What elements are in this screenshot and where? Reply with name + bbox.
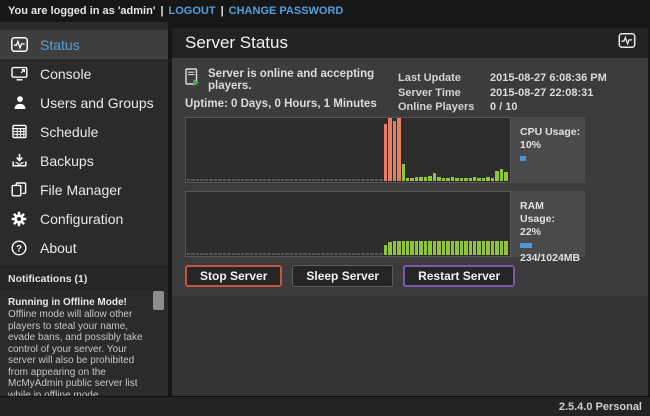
sidebar-item-label: Users and Groups xyxy=(40,95,154,111)
cpu-usage-label: CPU Usage: xyxy=(520,126,581,139)
info-row-server-time: Server Time 2015-08-27 22:08:31 xyxy=(398,86,634,101)
topbar-separator: | xyxy=(221,5,224,17)
cpu-usage-percent: 10% xyxy=(520,139,581,152)
notification-item: Running in Offline Mode! Offline mode wi… xyxy=(0,290,168,409)
notification-text: Offline mode will allow other players to… xyxy=(8,309,148,401)
ram-progress-fill xyxy=(520,243,532,248)
server-state-block: Server is online and accepting players. … xyxy=(185,70,390,117)
info-label: Last Update xyxy=(398,71,490,86)
sleep-server-button[interactable]: Sleep Server xyxy=(292,265,393,287)
server-online-icon xyxy=(185,68,200,92)
server-info-table: Last Update 2015-08-27 6:08:36 PM Server… xyxy=(398,70,634,117)
sidebar-menu: Status Console Users and Groups Schedule xyxy=(0,22,168,262)
version-text: 2.5.4.0 Personal xyxy=(559,401,642,413)
ram-progress-bar xyxy=(520,243,576,248)
server-status-panel: Server Status Server is online and accep… xyxy=(172,28,648,396)
user-icon xyxy=(10,95,28,111)
pulse-icon xyxy=(618,33,636,53)
sidebar-item-file-manager[interactable]: File Manager xyxy=(0,175,168,204)
cpu-usage-chart xyxy=(185,117,511,183)
logged-in-text: You are logged in as 'admin' xyxy=(8,5,155,17)
sidebar-item-configuration[interactable]: Configuration xyxy=(0,204,168,233)
ram-usage-percent: 22% xyxy=(520,226,581,239)
sidebar-item-label: File Manager xyxy=(40,182,122,198)
info-row-online-players: Online Players 0 / 10 xyxy=(398,100,634,115)
download-icon xyxy=(10,153,28,169)
sidebar-item-label: Backups xyxy=(40,153,94,169)
footer: 2.5.4.0 Personal xyxy=(0,396,650,416)
sidebar-item-label: Schedule xyxy=(40,124,98,140)
console-icon xyxy=(10,66,28,82)
question-icon: ? xyxy=(10,240,28,256)
info-label: Server Time xyxy=(398,86,490,101)
stop-server-button[interactable]: Stop Server xyxy=(185,265,282,287)
sidebar-item-status[interactable]: Status xyxy=(0,30,168,59)
sidebar-item-backups[interactable]: Backups xyxy=(0,146,168,175)
ram-usage-label: RAM Usage: xyxy=(520,200,581,226)
ram-usage-panel: RAM Usage: 22% 234/1024MB xyxy=(511,191,585,257)
sidebar-item-label: Status xyxy=(40,37,80,53)
sidebar-item-schedule[interactable]: Schedule xyxy=(0,117,168,146)
cpu-usage-panel: CPU Usage: 10% xyxy=(511,117,585,183)
gear-icon xyxy=(10,211,28,227)
panel-header: Server Status xyxy=(172,28,648,58)
notifications-header: Notifications (1) xyxy=(0,266,168,290)
page-title: Server Status xyxy=(185,33,288,53)
cpu-progress-fill xyxy=(520,156,526,161)
notifications-scrollbar-thumb[interactable] xyxy=(153,291,164,310)
info-value: 2015-08-27 22:08:31 xyxy=(490,86,593,101)
info-value: 2015-08-27 6:08:36 PM xyxy=(490,71,607,86)
ram-usage-chart xyxy=(185,191,511,257)
server-status-message: Server is online and accepting players. xyxy=(208,68,390,92)
sidebar-item-users-and-groups[interactable]: Users and Groups xyxy=(0,88,168,117)
cpu-progress-bar xyxy=(520,156,576,161)
info-label: Online Players xyxy=(398,100,490,115)
restart-server-button[interactable]: Restart Server xyxy=(403,265,515,287)
logout-link[interactable]: LOGOUT xyxy=(169,5,216,17)
info-value: 0 / 10 xyxy=(490,100,518,115)
sidebar-item-label: Configuration xyxy=(40,211,123,227)
topbar: You are logged in as 'admin' | LOGOUT | … xyxy=(0,0,650,22)
sidebar-item-label: Console xyxy=(40,66,91,82)
notification-title: Running in Offline Mode! xyxy=(8,297,148,309)
uptime-text: Uptime: 0 Days, 0 Hours, 1 Minutes xyxy=(185,98,390,110)
sidebar: Status Console Users and Groups Schedule xyxy=(0,22,168,396)
panel-content: Server is online and accepting players. … xyxy=(172,58,648,296)
sidebar-item-about[interactable]: ? About xyxy=(0,233,168,262)
server-actions: Stop Server Sleep Server Restart Server xyxy=(185,265,648,287)
sidebar-item-label: About xyxy=(40,240,77,256)
svg-text:?: ? xyxy=(16,243,22,254)
change-password-link[interactable]: CHANGE PASSWORD xyxy=(229,5,344,17)
info-row-last-update: Last Update 2015-08-27 6:08:36 PM xyxy=(398,71,634,86)
calendar-icon xyxy=(10,124,28,140)
pulse-icon xyxy=(10,37,28,53)
ram-usage-detail: 234/1024MB xyxy=(520,252,581,265)
sidebar-item-console[interactable]: Console xyxy=(0,59,168,88)
topbar-separator: | xyxy=(160,5,163,17)
copy-icon xyxy=(10,182,28,198)
notifications-header-label: Notifications (1) xyxy=(8,273,87,285)
